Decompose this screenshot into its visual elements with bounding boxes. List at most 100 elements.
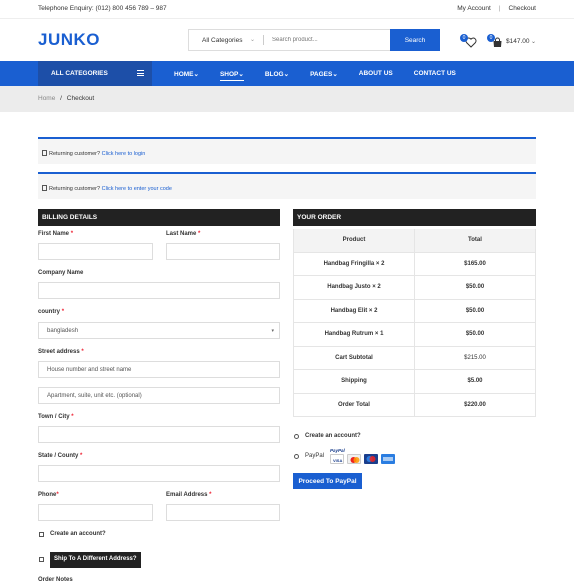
checkout-link[interactable]: Checkout [509,5,536,12]
order-total-value: $220.00 [464,401,486,408]
top-bar: Telephone Enquiry: (012) 800 456 789 – 9… [0,0,574,19]
company-name-field[interactable] [38,282,280,299]
category-select[interactable]: All Categories ⌄ [189,30,263,50]
last-name-label: Last Name * [166,231,201,237]
product-name: Handbag Fringilla × 2 [294,252,415,275]
paypal-label: PayPal [305,453,325,459]
table-header-row: Product Total [293,229,536,253]
document-icon [42,150,47,156]
nav-item-shop[interactable]: SHOP⌄ [219,70,244,81]
visa-card-icon: VISA [330,454,344,464]
billing-details-heading: BILLING DETAILS [38,209,280,226]
table-row: Handbag Elit × 2 $50.00 [293,299,536,323]
login-link[interactable]: Click here to login [102,151,146,157]
phone-field[interactable] [38,504,153,521]
shipping-row: Shipping $5.00 [293,370,536,394]
first-name-field[interactable] [38,243,153,260]
email-label: Email Address * [166,492,212,498]
order-create-account-label: Create an account? [305,433,361,439]
all-categories-button[interactable]: ALL CATEGORIES [38,61,152,86]
category-select-value: All Categories [202,36,243,44]
table-row: Handbag Rutrum × 1 $50.00 [293,323,536,347]
nav-item-pages[interactable]: PAGES⌄ [310,70,338,78]
phone-label: Phone* [38,492,59,498]
order-total-label: Order Total [294,393,415,416]
create-account-checkbox[interactable] [39,532,44,537]
nav-menu: HOME⌄ SHOP⌄ BLOG⌄ PAGES⌄ ABOUT US CONTAC… [174,70,477,81]
returning-customer-coupon-notice: Returning customer? Click here to enter … [38,172,536,199]
product-name: Handbag Justo × 2 [294,276,415,299]
paypal-radio[interactable] [294,454,299,459]
chevron-down-icon: ⌄ [283,71,290,78]
cart-total: $147.00 [506,38,530,45]
maestro-card-icon [364,454,378,464]
product-name: Handbag Elit × 2 [294,299,415,322]
breadcrumb-current: Checkout [66,95,95,102]
chevron-down-icon: ⌄ [531,39,537,45]
shipping-value: $5.00 [467,378,483,385]
street-address-field[interactable]: House number and street name [38,361,280,378]
country-label: country * [38,309,65,315]
cart-subtotal-row: Cart Subtotal $215.00 [293,346,536,370]
mastercard-icon [347,454,361,464]
top-links-separator: | [498,5,501,12]
order-table: Product Total Handbag Fringilla × 2 $165… [293,229,536,417]
payment-cards-image: PayPal VISA [330,448,395,465]
order-total-row: Order Total $220.00 [293,393,536,417]
cart-subtotal-label: Cart Subtotal [294,346,415,369]
product-total: $50.00 [465,331,485,338]
telephone-enquiry: Telephone Enquiry: (012) 800 456 789 – 9… [38,5,167,12]
product-total: $165.00 [464,260,486,267]
town-city-field[interactable] [38,426,280,443]
apartment-field[interactable]: Apartment, suite, unit etc. (optional) [38,387,280,404]
search-button[interactable]: Search [390,29,440,51]
street-address-label: Street address * [38,349,84,355]
breadcrumb-bar: Home / Checkout [0,86,574,112]
country-select-value: bangladesh [47,328,79,334]
column-header-product: Product [294,229,415,252]
table-row: Handbag Fringilla × 2 $165.00 [293,252,536,276]
hamburger-menu-icon [137,70,144,76]
table-row: Handbag Justo × 2 $50.00 [293,276,536,300]
site-logo[interactable]: JUNKO [38,30,100,50]
product-name: Handbag Rutrum × 1 [294,323,415,346]
nav-item-blog[interactable]: BLOG⌄ [265,70,289,78]
search-input[interactable] [264,30,390,50]
state-county-field[interactable] [38,465,280,482]
last-name-field[interactable] [166,243,280,260]
cart-subtotal-value: $215.00 [464,354,486,361]
breadcrumb-home[interactable]: Home [38,95,55,102]
your-order-heading: YOUR ORDER [293,209,536,226]
shipping-label: Shipping [294,370,415,393]
company-name-label: Company Name [38,270,84,276]
nav-item-about-us[interactable]: ABOUT US [359,70,393,78]
breadcrumb-separator: / [60,95,62,102]
header: JUNKO All Categories ⌄ Search 0 0 $147.0… [0,19,574,61]
returning-customer-login-notice: Returning customer? Click here to login [38,137,536,164]
ship-different-address-toggle[interactable]: Ship To A Different Address? [50,552,141,568]
product-total: $50.00 [465,284,485,291]
amex-card-icon [381,454,395,464]
my-account-link[interactable]: My Account [457,5,491,12]
coupon-link[interactable]: Click here to enter your code [102,186,172,192]
cart-button[interactable]: 0 $147.00 ⌄ [487,34,550,48]
svg-text:VISA: VISA [333,458,342,463]
cart-count-badge: 0 [487,34,495,42]
order-notes-label: Order Notes [38,577,73,583]
create-account-radio[interactable] [294,434,299,439]
nav-item-home[interactable]: HOME⌄ [174,70,199,78]
town-city-label: Town / City * [38,414,74,420]
nav-item-contact-us[interactable]: CONTACT US [414,70,456,78]
wishlist-button[interactable]: 0 [460,34,477,48]
breadcrumb: Home / Checkout [38,95,94,102]
email-field[interactable] [166,504,280,521]
country-select[interactable]: bangladesh ▾ [38,322,280,339]
proceed-to-paypal-button[interactable]: Proceed To PayPal [293,473,362,489]
chevron-down-icon: ⌄ [193,71,199,78]
ship-different-checkbox[interactable] [39,557,44,562]
product-total: $50.00 [465,307,485,314]
search-bar: All Categories ⌄ Search [188,29,440,51]
chevron-down-icon: ⌄ [238,71,244,78]
document-icon [42,185,47,191]
create-account-label: Create an account? [50,531,106,537]
